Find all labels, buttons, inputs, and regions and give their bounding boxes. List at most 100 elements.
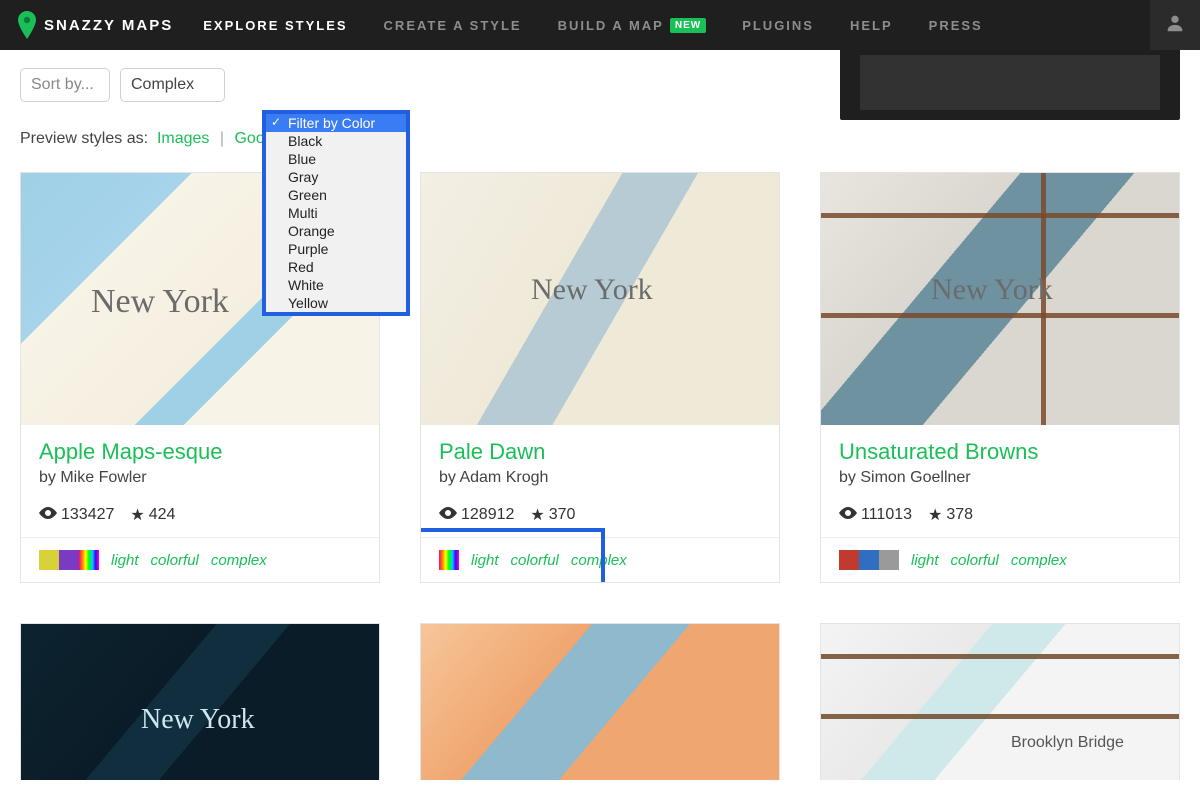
map-city-label: New York: [931, 273, 1053, 307]
stars-count: 378: [946, 506, 973, 524]
swatch[interactable]: [59, 550, 79, 570]
filter-bar: Sort by... Complex: [20, 68, 1180, 102]
color-option[interactable]: Yellow: [266, 294, 406, 312]
swatch[interactable]: [839, 550, 859, 570]
color-option[interactable]: Blue: [266, 150, 406, 168]
tag-value: Complex: [131, 76, 194, 94]
style-author: by Simon Goellner: [839, 469, 1161, 487]
color-option-label: Multi: [288, 205, 318, 221]
map-city-label: New York: [91, 283, 229, 321]
color-option-label: Red: [288, 259, 314, 275]
color-swatches: [439, 550, 459, 570]
style-card[interactable]: New York Unsaturated Browns by Simon Goe…: [820, 172, 1180, 583]
nav-press[interactable]: PRESS: [929, 18, 983, 33]
swatch[interactable]: [879, 550, 899, 570]
swatch[interactable]: [859, 550, 879, 570]
color-option[interactable]: Red: [266, 258, 406, 276]
brand-text: SNAZZY MAPS: [44, 17, 173, 34]
style-stats: 111013 ★378: [839, 505, 1161, 525]
color-option-label: Gray: [288, 169, 318, 185]
color-option[interactable]: Green: [266, 186, 406, 204]
color-swatches: [839, 550, 899, 570]
preview-sep: |: [220, 130, 224, 147]
user-menu-button[interactable]: [1150, 0, 1200, 50]
swatch[interactable]: [79, 550, 99, 570]
star-icon: ★: [530, 505, 544, 525]
style-card[interactable]: New York Pale Dawn by Adam Krogh 128912 …: [420, 172, 780, 583]
map-thumbnail: New York: [421, 173, 779, 425]
color-option[interactable]: Black: [266, 132, 406, 150]
preview-images-link[interactable]: Images: [157, 130, 209, 147]
tag-select[interactable]: Complex: [120, 68, 225, 102]
tag-colorful[interactable]: colorful: [511, 552, 559, 569]
nav-explore[interactable]: EXPLORE STYLES: [203, 18, 347, 33]
swatch[interactable]: [39, 550, 59, 570]
style-tags-row: light colorful complex: [821, 537, 1179, 582]
views-count: 133427: [61, 506, 114, 524]
color-swatches: [39, 550, 99, 570]
sort-select[interactable]: Sort by...: [20, 68, 110, 102]
color-option-label: Black: [288, 133, 322, 149]
swatch[interactable]: [439, 550, 459, 570]
style-tags-row: light colorful complex: [21, 537, 379, 582]
map-poi-label: Brooklyn Bridge: [1011, 734, 1124, 752]
color-option[interactable]: Multi: [266, 204, 406, 222]
preview-label: Preview styles as:: [20, 130, 148, 147]
map-thumbnail: [420, 623, 780, 780]
color-option[interactable]: Gray: [266, 168, 406, 186]
color-option-label: Blue: [288, 151, 316, 167]
color-option[interactable]: White: [266, 276, 406, 294]
map-city-label: New York: [531, 273, 653, 307]
color-option[interactable]: Orange: [266, 222, 406, 240]
tag-colorful[interactable]: colorful: [951, 552, 999, 569]
views-icon: [439, 506, 457, 524]
style-card[interactable]: New York: [20, 623, 380, 780]
tag-colorful[interactable]: colorful: [151, 552, 199, 569]
style-title[interactable]: Apple Maps-esque: [39, 439, 361, 465]
star-icon: ★: [928, 505, 942, 525]
map-thumbnail: Brooklyn Bridge: [820, 623, 1180, 780]
color-option[interactable]: Purple: [266, 240, 406, 258]
tag-light[interactable]: light: [911, 552, 939, 569]
preview-mode-row: Preview styles as: Images | Google Maps: [20, 130, 1180, 148]
color-option-label: Purple: [288, 241, 328, 257]
map-thumbnail: New York: [20, 623, 380, 780]
style-stats: 133427 ★ 424: [39, 505, 361, 525]
tag-light[interactable]: light: [111, 552, 139, 569]
check-icon: ✓: [271, 115, 281, 129]
nav-build-label: BUILD A MAP: [558, 18, 664, 33]
nav-create[interactable]: CREATE A STYLE: [384, 18, 522, 33]
tag-complex[interactable]: complex: [211, 552, 267, 569]
nav-help[interactable]: HELP: [850, 18, 893, 33]
style-title[interactable]: Unsaturated Browns: [839, 439, 1161, 465]
nav-plugins[interactable]: PLUGINS: [742, 18, 814, 33]
style-stats: 128912 ★ 370: [439, 505, 761, 525]
sort-label: Sort by...: [31, 76, 94, 94]
style-card[interactable]: [420, 623, 780, 780]
stars-count: 424: [149, 506, 176, 524]
style-card[interactable]: Brooklyn Bridge: [820, 623, 1180, 780]
tag-complex[interactable]: complex: [571, 552, 627, 569]
color-option[interactable]: ✓ Filter by Color: [266, 114, 406, 132]
new-badge: NEW: [670, 18, 706, 33]
views-icon: [839, 506, 857, 524]
nav-build[interactable]: BUILD A MAP NEW: [558, 18, 707, 33]
brand[interactable]: SNAZZY MAPS: [18, 11, 173, 39]
style-grid: New York Apple Maps-esque by Mike Fowler…: [20, 172, 1180, 780]
color-option-label: Yellow: [288, 295, 328, 311]
views-icon: [39, 506, 57, 524]
stars-count: 370: [549, 506, 576, 524]
color-option-label: Orange: [288, 223, 335, 239]
style-author: by Mike Fowler: [39, 469, 361, 487]
color-option-label: Filter by Color: [288, 115, 375, 131]
tag-complex[interactable]: complex: [1011, 552, 1067, 569]
style-title[interactable]: Pale Dawn: [439, 439, 761, 465]
color-filter-dropdown[interactable]: ✓ Filter by Color Black Blue GrayGreenMulti O…: [262, 110, 410, 316]
views-count: 111013: [861, 506, 912, 524]
top-nav: SNAZZY MAPS EXPLORE STYLES CREATE A STYL…: [0, 0, 1200, 50]
tag-light[interactable]: light: [471, 552, 499, 569]
views-count: 128912: [461, 506, 514, 524]
style-tags-row: light colorful complex: [421, 537, 779, 582]
style-author: by Adam Krogh: [439, 469, 761, 487]
star-icon: ★: [130, 505, 144, 525]
